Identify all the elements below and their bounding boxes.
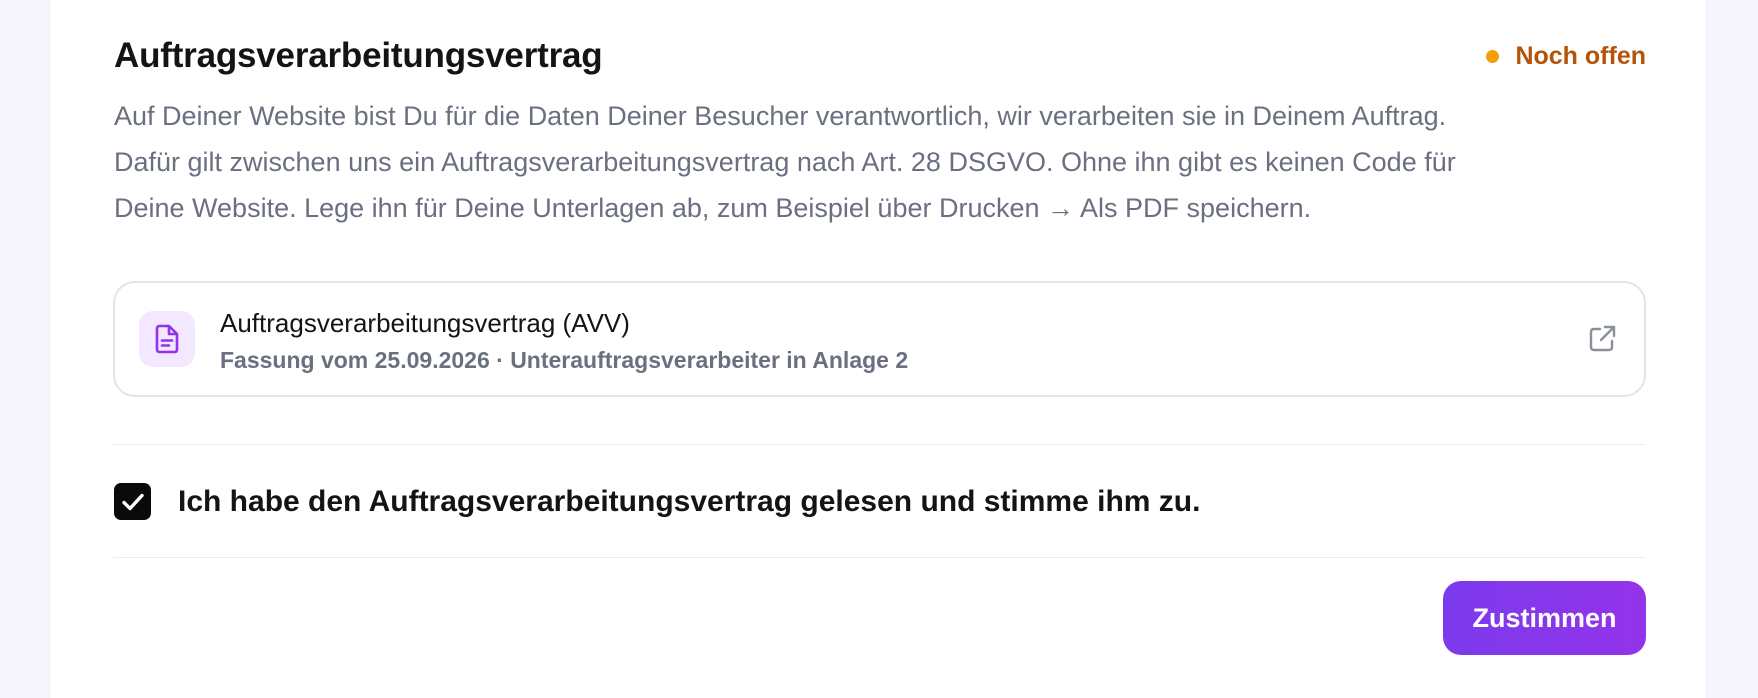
consent-label[interactable]: Ich habe den Auftragsverarbeitungsvertra… — [178, 485, 1200, 519]
document-title: Auftragsverarbeitungsvertrag (AVV) — [220, 308, 630, 338]
document-link-card[interactable]: Auftragsverarbeitungsvertrag (AVV) Fassu… — [113, 281, 1646, 397]
status-dot-icon — [1486, 49, 1500, 63]
document-subtitle: Fassung vom 25.09.2026 · Unterauftragsve… — [220, 347, 909, 373]
external-link-icon[interactable] — [1586, 323, 1618, 355]
description-line: Dafür gilt zwischen uns ein Auftragsvera… — [114, 147, 1456, 177]
section-description: Auf Deiner Website bist Du für die Daten… — [114, 93, 1674, 231]
section-title: Auftragsverarbeitungsvertrag — [114, 36, 603, 75]
document-text: Auftragsverarbeitungsvertrag (AVV) Fassu… — [220, 305, 908, 377]
description-line: Deine Website. Lege ihn für Deine Unterl… — [114, 193, 1312, 223]
document-icon — [139, 311, 195, 367]
avv-card: Auftragsverarbeitungsvertrag Noch offen … — [49, 0, 1707, 698]
checkmark-icon — [121, 493, 144, 510]
description-line: Auf Deiner Website bist Du für die Daten… — [114, 101, 1447, 131]
section-header: Auftragsverarbeitungsvertrag Noch offen — [114, 32, 1646, 80]
agree-button[interactable]: Zustimmen — [1443, 581, 1646, 655]
status-badge: Noch offen — [1486, 42, 1646, 71]
divider — [113, 557, 1646, 558]
consent-row[interactable]: Ich habe den Auftragsverarbeitungsvertra… — [114, 483, 1200, 520]
divider — [113, 444, 1646, 445]
consent-checkbox[interactable] — [114, 483, 151, 520]
status-label: Noch offen — [1515, 41, 1646, 70]
